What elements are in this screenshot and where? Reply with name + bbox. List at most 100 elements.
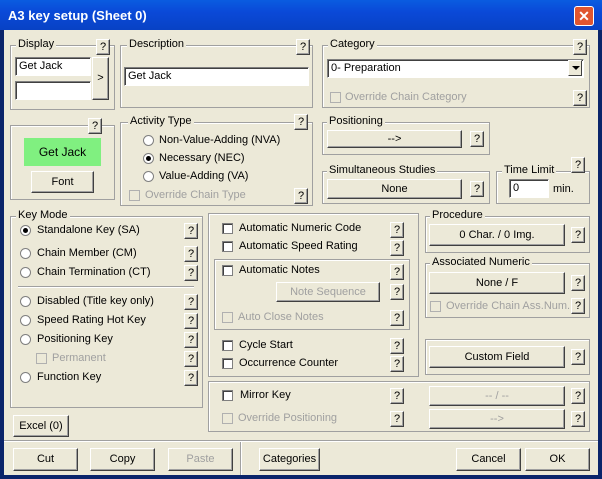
override-category-help-button[interactable]: ? — [573, 90, 587, 106]
mirror-key-button[interactable]: -- / -- — [429, 386, 565, 406]
override-assoc-checkbox[interactable] — [430, 301, 441, 312]
ok-button[interactable]: OK — [525, 448, 590, 471]
mirror-button-help[interactable]: ? — [571, 388, 585, 404]
chain-member-help-button[interactable]: ? — [184, 246, 198, 262]
category-title: Category — [328, 38, 377, 50]
note-sequence-button[interactable]: Note Sequence — [276, 282, 380, 302]
positioning-key-radio[interactable] — [20, 334, 31, 345]
auto-notes-checkbox[interactable] — [222, 265, 233, 276]
standalone-key-label: Standalone Key (SA) — [37, 224, 140, 236]
display-line1-input[interactable]: Get Jack — [15, 57, 91, 76]
disabled-key-label: Disabled (Title key only) — [37, 295, 154, 307]
chain-member-radio[interactable] — [20, 248, 31, 259]
title-bar[interactable]: A3 key setup (Sheet 0) ✕ — [0, 0, 602, 30]
auto-close-help-button[interactable]: ? — [390, 310, 404, 326]
positioning-button[interactable]: --> — [327, 130, 462, 148]
custom-field-help-button[interactable]: ? — [571, 349, 585, 365]
chevron-down-icon[interactable] — [568, 60, 582, 76]
font-button[interactable]: Font — [31, 171, 94, 193]
description-input[interactable]: Get Jack — [124, 67, 309, 86]
cycle-start-label: Cycle Start — [239, 339, 293, 351]
auto-notes-help-button[interactable]: ? — [390, 264, 404, 280]
key-mode-title: Key Mode — [16, 209, 70, 221]
activity-va-radio[interactable] — [143, 171, 154, 182]
associated-numeric-button[interactable]: None / F — [429, 272, 565, 294]
positioning-help-button[interactable]: ? — [470, 131, 484, 147]
mirror-positioning-help[interactable]: ? — [571, 411, 585, 427]
speed-rating-help-button[interactable]: ? — [184, 313, 198, 329]
override-assoc-label: Override Chain Ass.Num. — [446, 300, 571, 312]
permanent-checkbox[interactable] — [36, 353, 47, 364]
bottom-separator — [4, 440, 598, 442]
standalone-help-button[interactable]: ? — [184, 223, 198, 239]
custom-field-button[interactable]: Custom Field — [429, 346, 565, 368]
paste-button[interactable]: Paste — [168, 448, 233, 471]
disabled-key-radio[interactable] — [20, 296, 31, 307]
mirror-key-help-button[interactable]: ? — [390, 388, 404, 404]
function-key-help-button[interactable]: ? — [184, 370, 198, 386]
display-preview-swatch: Get Jack — [24, 138, 101, 166]
chain-termination-label: Chain Termination (CT) — [37, 266, 151, 278]
auto-numeric-checkbox[interactable] — [222, 223, 233, 234]
associated-numeric-title: Associated Numeric — [430, 256, 532, 268]
display-title: Display — [16, 38, 57, 50]
disabled-key-help-button[interactable]: ? — [184, 294, 198, 310]
preview-help-button[interactable]: ? — [88, 118, 102, 134]
display-line2-input[interactable] — [15, 81, 91, 100]
procedure-button[interactable]: 0 Char. / 0 Img. — [429, 224, 565, 246]
speed-rating-hot-key-radio[interactable] — [20, 315, 31, 326]
simultaneous-help-button[interactable]: ? — [470, 181, 484, 197]
cut-button[interactable]: Cut — [13, 448, 78, 471]
function-key-radio[interactable] — [20, 372, 31, 383]
time-limit-title: Time Limit — [502, 164, 557, 176]
note-sequence-help-button[interactable]: ? — [390, 284, 404, 300]
occurrence-counter-label: Occurrence Counter — [239, 357, 339, 369]
dialog-window: A3 key setup (Sheet 0) ✕ Display ? Get J… — [0, 0, 602, 479]
activity-nva-radio[interactable] — [143, 135, 154, 146]
display-help-button[interactable]: ? — [96, 39, 110, 55]
mirror-positioning-button[interactable]: --> — [429, 409, 565, 429]
override-chain-category-checkbox[interactable] — [330, 92, 341, 103]
override-positioning-help-button[interactable]: ? — [390, 411, 404, 427]
occurrence-help-button[interactable]: ? — [390, 356, 404, 372]
override-type-help-button[interactable]: ? — [294, 188, 308, 204]
time-limit-help-button[interactable]: ? — [571, 157, 585, 173]
chain-termination-help-button[interactable]: ? — [184, 265, 198, 281]
excel-button[interactable]: Excel (0) — [13, 415, 69, 437]
simultaneous-title: Simultaneous Studies — [327, 164, 438, 176]
copy-button[interactable]: Copy — [90, 448, 155, 471]
time-limit-input[interactable]: 0 — [509, 179, 549, 198]
auto-numeric-help-button[interactable]: ? — [390, 222, 404, 238]
close-button[interactable]: ✕ — [574, 6, 594, 26]
standalone-key-radio[interactable] — [20, 225, 31, 236]
cancel-button[interactable]: Cancel — [456, 448, 521, 471]
chain-termination-radio[interactable] — [20, 267, 31, 278]
category-select[interactable]: 0- Preparation — [327, 59, 584, 78]
bottom-divider — [240, 442, 242, 475]
mirror-key-label: Mirror Key — [240, 389, 291, 401]
cycle-start-checkbox[interactable] — [222, 340, 233, 351]
override-positioning-checkbox[interactable] — [222, 413, 233, 424]
cycle-start-help-button[interactable]: ? — [390, 338, 404, 354]
auto-speed-help-button[interactable]: ? — [390, 240, 404, 256]
occurrence-counter-checkbox[interactable] — [222, 358, 233, 369]
category-help-button[interactable]: ? — [573, 39, 587, 55]
auto-speed-label: Automatic Speed Rating — [239, 240, 358, 252]
simultaneous-button[interactable]: None — [327, 179, 462, 199]
override-chain-type-checkbox[interactable] — [129, 190, 140, 201]
permanent-help-button[interactable]: ? — [184, 351, 198, 367]
activity-help-button[interactable]: ? — [294, 114, 308, 130]
associated-numeric-help-button[interactable]: ? — [571, 275, 585, 291]
positioning-key-label: Positioning Key — [37, 333, 113, 345]
override-assoc-help-button[interactable]: ? — [571, 298, 585, 314]
auto-close-checkbox[interactable] — [222, 312, 233, 323]
auto-speed-checkbox[interactable] — [222, 241, 233, 252]
description-help-button[interactable]: ? — [296, 39, 310, 55]
activity-nec-radio[interactable] — [143, 153, 154, 164]
display-arrow-button[interactable]: > — [92, 57, 109, 100]
mirror-key-checkbox[interactable] — [222, 390, 233, 401]
categories-button[interactable]: Categories — [259, 448, 320, 471]
activity-nva-label: Non-Value-Adding (NVA) — [159, 134, 281, 146]
positioning-key-help-button[interactable]: ? — [184, 332, 198, 348]
procedure-help-button[interactable]: ? — [571, 227, 585, 243]
